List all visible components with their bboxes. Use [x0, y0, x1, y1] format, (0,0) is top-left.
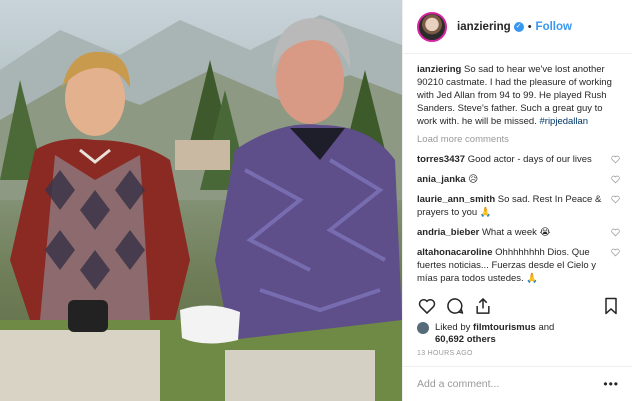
post-actions-bar — [415, 296, 623, 318]
comment-text: What a week 😭 — [481, 227, 551, 238]
likes-text: Liked by filmtourismus and 60,692 others — [435, 322, 554, 346]
likes-and: and — [538, 322, 555, 333]
comment-item: ania_janka 😥 — [417, 173, 622, 186]
add-comment-input[interactable]: Add a comment... — [417, 378, 603, 390]
comment-item: torres3437 Good actor - days of our live… — [417, 153, 622, 166]
separator-dot: • — [527, 20, 532, 33]
comment-username[interactable]: ania_janka — [417, 174, 466, 185]
comment-username[interactable]: altahonacaroline — [417, 247, 493, 258]
comment-item: laurie_ann_smith So sad. Rest In Peace &… — [417, 193, 622, 219]
avatar[interactable] — [417, 11, 447, 42]
like-comment-heart-icon[interactable] — [611, 175, 620, 184]
comment-username[interactable]: torres3437 — [417, 154, 465, 165]
comment-username[interactable]: laurie_ann_smith — [417, 194, 495, 205]
post-header: ianziering ✓ • Follow — [403, 0, 632, 54]
comment-text: 😥 — [468, 174, 479, 185]
hashtag-link[interactable]: #ripjedallan — [540, 116, 589, 127]
bookmark-icon[interactable] — [601, 296, 621, 316]
add-comment-bar: Add a comment... ••• — [403, 366, 632, 401]
likes-summary: Liked by filmtourismus and 60,692 others — [417, 322, 622, 346]
comment-text: Good actor - days of our lives — [467, 154, 592, 165]
comments-list[interactable]: ianziering So sad to hear we've lost ano… — [417, 63, 622, 291]
caption: ianziering So sad to hear we've lost ano… — [417, 63, 622, 128]
heart-icon[interactable] — [417, 296, 437, 316]
comment-icon[interactable] — [445, 296, 465, 316]
post-photo[interactable] — [0, 0, 402, 401]
photo-illustration — [0, 15, 402, 401]
comment-item: altahonacaroline Ohhhhhhhh Dios. Que fue… — [417, 246, 622, 285]
more-icon[interactable]: ••• — [603, 377, 619, 391]
like-comment-heart-icon[interactable] — [611, 228, 620, 237]
comment-username[interactable]: andria_bieber — [417, 227, 479, 238]
post-timestamp[interactable]: 13 HOURS AGO — [417, 350, 473, 357]
like-comment-heart-icon[interactable] — [611, 195, 620, 204]
share-icon[interactable] — [473, 296, 493, 316]
load-more-comments-button[interactable]: Load more comments — [417, 133, 622, 146]
verified-icon: ✓ — [513, 21, 524, 32]
liker-avatar[interactable] — [417, 322, 429, 334]
likes-prefix: Liked by — [435, 322, 471, 333]
comment-item: andria_bieber What a week 😭 — [417, 226, 622, 239]
post-side-panel: ianziering ✓ • Follow ianziering So sad … — [402, 0, 632, 401]
like-comment-heart-icon[interactable] — [611, 248, 620, 257]
username-link[interactable]: ianziering — [457, 21, 511, 33]
likes-count-link[interactable]: 60,692 others — [435, 334, 496, 345]
follow-button[interactable]: Follow — [536, 21, 572, 33]
caption-username[interactable]: ianziering — [417, 64, 461, 75]
like-comment-heart-icon[interactable] — [611, 155, 620, 164]
liker-username[interactable]: filmtourismus — [473, 322, 536, 333]
